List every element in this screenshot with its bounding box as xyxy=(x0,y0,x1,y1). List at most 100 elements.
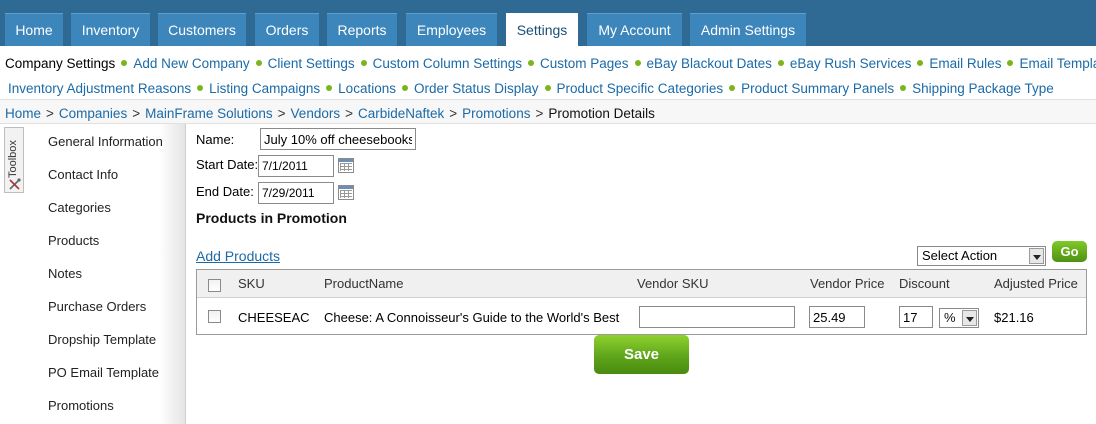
bullet-icon xyxy=(634,60,641,66)
add-products-link[interactable]: Add Products xyxy=(196,248,280,264)
products-table: SKU ProductName Vendor SKU Vendor Price … xyxy=(196,269,1087,335)
sidebar-item-contact-info[interactable]: Contact Info xyxy=(48,167,118,182)
name-label: Name: xyxy=(196,132,235,147)
promotion-name-input[interactable] xyxy=(260,128,416,150)
tab-admin-settings[interactable]: Admin Settings xyxy=(690,13,806,46)
breadcrumb-separator: > xyxy=(449,105,458,121)
cell-product-name: Cheese: A Connoisseur's Guide to the Wor… xyxy=(324,310,620,325)
bullet-icon xyxy=(527,60,534,66)
go-button[interactable]: Go xyxy=(1052,241,1087,262)
bullet-icon xyxy=(401,85,408,91)
tab-my-account[interactable]: My Account xyxy=(587,13,682,46)
bullet-icon xyxy=(917,60,924,66)
subnav-current: Company Settings xyxy=(5,55,116,71)
breadcrumb-separator: > xyxy=(46,105,54,121)
subnav-link-inventory-adjustment-reasons[interactable]: Inventory Adjustment Reasons xyxy=(8,81,191,96)
breadcrumb-current: Promotion Details xyxy=(548,105,655,121)
breadcrumb-company[interactable]: MainFrame Solutions xyxy=(145,106,273,121)
cell-adjusted-price: $21.16 xyxy=(994,310,1034,325)
end-date-input[interactable] xyxy=(258,182,334,204)
sidebar-item-dropship-template[interactable]: Dropship Template xyxy=(48,332,156,347)
chevron-down-icon[interactable] xyxy=(1029,248,1044,264)
sidebar-item-notes[interactable]: Notes xyxy=(48,266,82,281)
chevron-down-icon[interactable] xyxy=(962,310,977,326)
settings-subnav: Company Settings Add New Company Client … xyxy=(0,46,1096,100)
discount-type-select[interactable]: % xyxy=(939,308,979,328)
end-date-label: End Date: xyxy=(196,184,254,199)
toolbox-tab[interactable]: Toolbox xyxy=(4,127,24,193)
tools-icon xyxy=(9,178,21,190)
tab-inventory[interactable]: Inventory xyxy=(71,13,150,46)
tab-orders[interactable]: Orders xyxy=(255,13,319,46)
breadcrumb-promotions[interactable]: Promotions xyxy=(462,106,530,121)
subnav-link-ebay-rush-services[interactable]: eBay Rush Services xyxy=(790,56,912,71)
calendar-icon[interactable] xyxy=(338,158,354,173)
bullet-icon xyxy=(1007,60,1014,66)
subnav-link-email-templates[interactable]: Email Templates xyxy=(1019,56,1096,71)
tab-employees[interactable]: Employees xyxy=(406,13,497,46)
subnav-row-2: Inventory Adjustment Reasons Listing Cam… xyxy=(8,78,1054,98)
subnav-row-1: Company Settings Add New Company Client … xyxy=(5,53,1096,73)
subnav-link-client-settings[interactable]: Client Settings xyxy=(268,56,355,71)
start-date-input[interactable] xyxy=(258,155,334,177)
cell-sku: CHEESEAC xyxy=(238,310,310,325)
subnav-link-ebay-blackout-dates[interactable]: eBay Blackout Dates xyxy=(647,56,772,71)
bullet-icon xyxy=(197,85,204,91)
sidebar-item-categories[interactable]: Categories xyxy=(48,200,111,215)
top-nav: Home Inventory Customers Orders Reports … xyxy=(0,0,1096,46)
header-vendor-price: Vendor Price xyxy=(810,276,885,291)
tab-home[interactable]: Home xyxy=(5,13,63,46)
breadcrumb-vendor[interactable]: CarbideNaftek xyxy=(358,106,444,121)
breadcrumb-separator: > xyxy=(345,105,353,121)
select-all-checkbox[interactable] xyxy=(208,279,221,292)
save-button[interactable]: Save xyxy=(594,335,689,374)
action-select[interactable]: Select Action xyxy=(917,246,1046,266)
start-date-label: Start Date: xyxy=(196,157,259,172)
breadcrumb-companies[interactable]: Companies xyxy=(59,106,127,121)
sidebar-item-purchase-orders[interactable]: Purchase Orders xyxy=(48,299,146,314)
subnav-link-shipping-package-type[interactable]: Shipping Package Type xyxy=(912,81,1054,96)
header-product-name: ProductName xyxy=(324,276,404,291)
bullet-icon xyxy=(360,60,367,66)
tab-settings[interactable]: Settings xyxy=(506,13,578,46)
sidebar-item-promotions[interactable]: Promotions xyxy=(48,398,114,413)
subnav-link-custom-column-settings[interactable]: Custom Column Settings xyxy=(373,56,522,71)
bullet-icon xyxy=(544,85,551,91)
bullet-icon xyxy=(729,85,736,91)
subnav-link-product-specific-categories[interactable]: Product Specific Categories xyxy=(557,81,724,96)
breadcrumb: Home > Companies > MainFrame Solutions >… xyxy=(5,104,655,122)
header-sku: SKU xyxy=(238,276,265,291)
breadcrumb-vendors[interactable]: Vendors xyxy=(291,106,341,121)
breadcrumb-separator: > xyxy=(132,105,141,121)
vendor-sku-input[interactable] xyxy=(639,306,795,328)
subnav-link-locations[interactable]: Locations xyxy=(338,81,396,96)
subnav-link-product-summary-panels[interactable]: Product Summary Panels xyxy=(741,81,894,96)
sidebar-item-general-information[interactable]: General Information xyxy=(48,134,163,149)
bullet-icon xyxy=(777,60,784,66)
subnav-link-listing-campaigns[interactable]: Listing Campaigns xyxy=(209,81,320,96)
action-select-value: Select Action xyxy=(922,248,998,263)
breadcrumb-home[interactable]: Home xyxy=(5,106,41,121)
table-header: SKU ProductName Vendor SKU Vendor Price … xyxy=(197,270,1086,298)
header-vendor-sku: Vendor SKU xyxy=(637,276,709,291)
discount-input[interactable] xyxy=(899,306,933,328)
tab-customers[interactable]: Customers xyxy=(158,13,246,46)
header-adjusted-price: Adjusted Price xyxy=(994,276,1078,291)
breadcrumb-separator: > xyxy=(277,105,286,121)
subnav-link-order-status-display[interactable]: Order Status Display xyxy=(414,81,539,96)
bullet-icon xyxy=(255,60,262,66)
row-checkbox[interactable] xyxy=(208,310,221,323)
sidebar-item-po-email-template[interactable]: PO Email Template xyxy=(48,365,159,380)
bullet-icon xyxy=(326,85,333,91)
bullet-icon xyxy=(121,60,128,66)
calendar-icon[interactable] xyxy=(338,185,354,200)
breadcrumb-separator: > xyxy=(535,105,544,121)
tab-reports[interactable]: Reports xyxy=(327,13,397,46)
discount-type-value: % xyxy=(944,310,956,325)
subnav-link-email-rules[interactable]: Email Rules xyxy=(929,56,1001,71)
products-section-title: Products in Promotion xyxy=(196,210,347,226)
sidebar-item-products[interactable]: Products xyxy=(48,233,99,248)
subnav-link-custom-pages[interactable]: Custom Pages xyxy=(540,56,629,71)
vendor-price-input[interactable] xyxy=(809,306,865,328)
subnav-link-add-new-company[interactable]: Add New Company xyxy=(133,56,249,71)
